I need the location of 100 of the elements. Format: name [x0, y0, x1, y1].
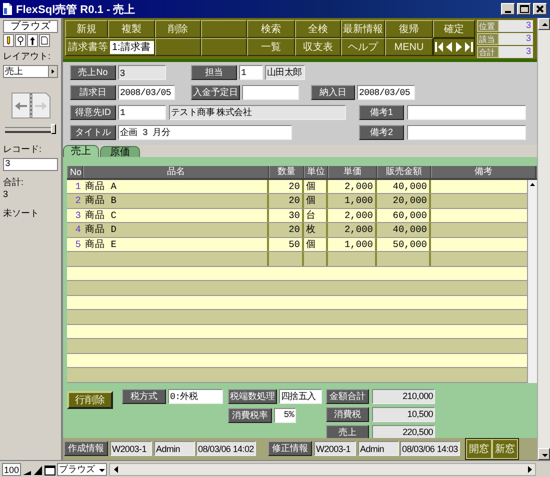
toolbar-button[interactable]: ヘルプ — [341, 38, 385, 56]
row-number: 1 — [74, 180, 82, 194]
book-icon[interactable] — [10, 91, 50, 119]
field-label: 請求日 — [70, 85, 116, 100]
field-label: 得意先ID — [70, 105, 116, 120]
slider-thumb[interactable] — [51, 124, 56, 134]
text-field[interactable]: 1 — [239, 65, 263, 80]
window-icon[interactable] — [44, 464, 56, 476]
text-field[interactable] — [407, 105, 526, 120]
found-count: 3 — [3, 189, 10, 199]
counter-label: 該当 — [477, 33, 499, 45]
toolbar-button[interactable]: 削除 — [155, 20, 201, 38]
text-field[interactable]: 210,000 — [372, 388, 435, 404]
toolbar-button[interactable]: 検索 — [247, 20, 295, 38]
column-header: 単位 — [304, 166, 328, 178]
close-icon — [536, 5, 544, 13]
toolbar-button[interactable]: 確定 — [433, 20, 475, 38]
document-type-label: 請求書等 — [68, 40, 108, 54]
delete-row-button[interactable]: 行削除 — [67, 390, 113, 409]
zoom-in-icon[interactable] — [33, 464, 44, 476]
row-number: 2 — [74, 194, 82, 208]
text-field[interactable]: 08/03/06 14:02 — [196, 441, 256, 456]
record-label: レコード: — [3, 143, 43, 156]
text-field[interactable]: 0:外税 — [168, 388, 223, 404]
field-label: 売上No — [70, 65, 116, 80]
sort-status: 未ソート — [3, 207, 40, 220]
text-field[interactable]: 2008/03/05 — [118, 85, 175, 100]
caret-icon — [48, 66, 57, 77]
toolbar-button[interactable]: 最新情報 — [341, 20, 385, 38]
found-label: 合計: — [3, 176, 25, 189]
counter-value: 3 — [499, 20, 533, 32]
toolbar-button[interactable]: 新規 — [65, 20, 108, 38]
last-record-icon[interactable] — [465, 41, 473, 53]
text-field[interactable]: 10,500 — [372, 406, 435, 422]
field-label: 消費税率 — [228, 408, 272, 423]
field-label: 金額合計 — [326, 388, 369, 404]
zoom-level[interactable]: 100 — [2, 463, 22, 476]
column-header: 備考 — [431, 166, 536, 178]
toolbar-button[interactable]: 複製 — [108, 20, 155, 38]
text-field[interactable]: 1 — [118, 105, 166, 120]
text-field[interactable]: 山田太郎 — [265, 65, 305, 80]
first-record-icon[interactable] — [435, 41, 443, 53]
text-field[interactable]: Admin — [358, 441, 399, 456]
toolbar-button[interactable]: 収支表 — [295, 38, 341, 56]
text-field[interactable]: 08/03/06 14:03 — [400, 441, 460, 456]
column-header: 品名 — [83, 166, 269, 178]
toolbar-button[interactable]: 復帰 — [385, 20, 433, 38]
tab[interactable]: 原価 — [100, 146, 140, 157]
toolbar-button[interactable]: 全検 — [295, 20, 341, 38]
counter-value: 3 — [499, 33, 533, 45]
maximize-button[interactable] — [517, 3, 531, 15]
toolbar-button[interactable]: MENU — [385, 38, 433, 56]
text-field[interactable]: テスト商事 株式会社 — [169, 105, 346, 120]
row-number: 5 — [74, 238, 82, 252]
text-field[interactable]: W2003-1 — [110, 441, 152, 456]
field-label: 作成情報 — [64, 441, 108, 456]
document-icon — [3, 3, 12, 15]
record-field[interactable]: 3 — [3, 158, 58, 171]
mode-dropdown[interactable]: ブラウズ — [57, 463, 108, 476]
row-number: 4 — [74, 223, 82, 237]
field-label: タイトル — [70, 125, 116, 140]
maximize-icon — [520, 5, 528, 13]
layout-dropdown[interactable]: 売上 — [3, 65, 58, 78]
minimize-button[interactable] — [501, 3, 515, 15]
tab[interactable]: 売上 — [63, 144, 99, 157]
field-label: 売上 — [326, 424, 369, 440]
window-button[interactable]: 新窓 — [492, 438, 518, 459]
column-header: 単価 — [328, 166, 377, 178]
page-icon[interactable] — [39, 34, 50, 47]
magnifier-icon[interactable] — [15, 34, 26, 47]
text-field[interactable]: 3 — [118, 65, 166, 80]
counter-label: 合計 — [477, 46, 499, 58]
next-record-icon[interactable] — [455, 41, 463, 53]
field-label: 入金予定日 — [191, 85, 240, 100]
text-field[interactable]: 企画 3 月分 — [118, 125, 292, 140]
toolbar-button[interactable]: 一覧 — [247, 38, 295, 56]
column-header: 数量 — [269, 166, 304, 178]
layout-label: レイアウト: — [3, 50, 52, 63]
up-arrow-icon[interactable] — [27, 34, 38, 47]
scroll-down-icon[interactable] — [538, 448, 550, 460]
field-label: 納入日 — [311, 85, 355, 100]
document-type-field[interactable]: 1:請求書 — [110, 40, 154, 54]
text-field[interactable] — [407, 125, 526, 140]
text-field[interactable]: 四捨五入 — [279, 388, 322, 404]
window-title: FlexSql売管 R0.1 - 売上 — [16, 2, 136, 16]
pencil-icon[interactable] — [3, 34, 14, 47]
scroll-up-icon[interactable] — [538, 18, 550, 30]
column-header: 販売金額 — [377, 166, 431, 178]
mode-tab[interactable]: ブラウズ — [3, 20, 58, 33]
field-label: 担当 — [191, 65, 237, 80]
close-button[interactable] — [533, 3, 547, 15]
previous-record-icon[interactable] — [445, 41, 453, 53]
text-field[interactable]: 2008/03/05 — [357, 85, 415, 100]
text-field[interactable]: 220,500 — [372, 424, 435, 440]
text-field[interactable] — [242, 85, 299, 100]
counter-value: 3 — [499, 46, 533, 58]
text-field[interactable]: 5% — [274, 408, 296, 423]
text-field[interactable]: W2003-1 — [314, 441, 356, 456]
window-button[interactable]: 開窓 — [466, 438, 492, 459]
text-field[interactable]: Admin — [154, 441, 195, 456]
